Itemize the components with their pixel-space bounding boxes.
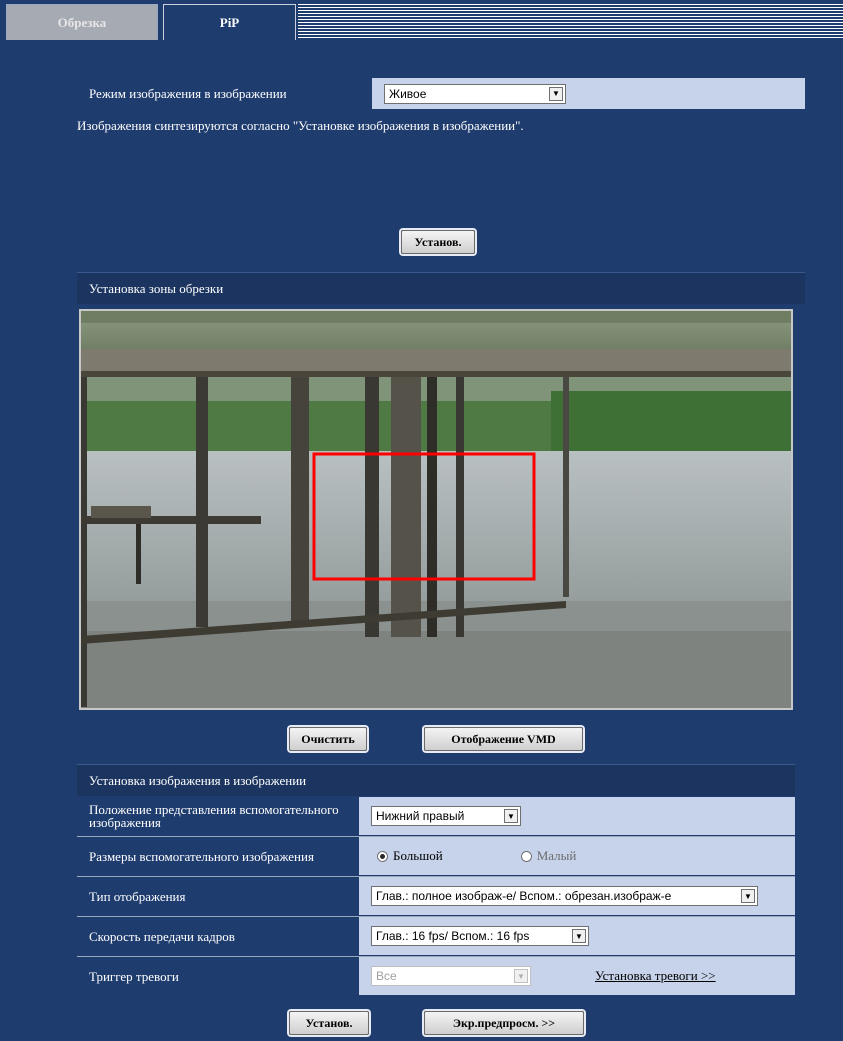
pip-frame-rate-select[interactable]: Глав.: 16 fps/ Вспом.: 16 fps ▼ bbox=[371, 926, 589, 946]
camera-preview[interactable] bbox=[79, 309, 793, 710]
pip-mode-select[interactable]: Живое ▼ bbox=[384, 83, 566, 104]
pip-alarm-select[interactable]: Все ▼ bbox=[371, 966, 531, 986]
pip-frame-rate-row: Скорость передачи кадров Глав.: 16 fps/ … bbox=[77, 917, 795, 955]
pip-position-label: Положение представления вспомогательного… bbox=[77, 797, 357, 835]
pip-section-header: Установка изображения в изображении bbox=[77, 764, 795, 796]
pip-mode-description: Изображения синтезируются согласно "Уста… bbox=[77, 118, 524, 133]
pip-size-label: Размеры вспомогательного изображения bbox=[77, 837, 357, 875]
chevron-down-icon: ▼ bbox=[549, 86, 563, 101]
camera-image bbox=[81, 311, 791, 708]
alarm-settings-link[interactable]: Установка тревоги >> bbox=[595, 968, 716, 984]
pip-frame-rate-label: Скорость передачи кадров bbox=[77, 917, 357, 955]
pip-alarm-cell: Все ▼ Установка тревоги >> bbox=[359, 957, 795, 995]
tab-bar: Обрезка PiP bbox=[0, 0, 843, 42]
pip-position-row: Положение представления вспомогательного… bbox=[77, 797, 795, 835]
chevron-down-icon: ▼ bbox=[504, 809, 518, 823]
preview-button[interactable]: Экр.предпросм. >> bbox=[424, 1011, 584, 1035]
chevron-down-icon: ▼ bbox=[741, 889, 755, 903]
pip-size-row: Размеры вспомогательного изображения Бол… bbox=[77, 837, 795, 875]
tab-bar-decoration bbox=[298, 4, 843, 38]
pip-display-type-value: Глав.: полное изображ-е/ Вспом.: обрезан… bbox=[376, 889, 672, 903]
pip-display-type-select[interactable]: Глав.: полное изображ-е/ Вспом.: обрезан… bbox=[371, 886, 758, 906]
pip-position-select[interactable]: Нижний правый ▼ bbox=[371, 806, 521, 826]
tab-pip[interactable]: PiP bbox=[163, 4, 296, 40]
pip-frame-rate-value: Глав.: 16 fps/ Вспом.: 16 fps bbox=[376, 929, 530, 943]
radio-selected-icon bbox=[377, 850, 388, 862]
pip-frame-rate-cell: Глав.: 16 fps/ Вспом.: 16 fps ▼ bbox=[359, 917, 795, 955]
pip-position-cell: Нижний правый ▼ bbox=[359, 797, 795, 835]
vmd-display-button[interactable]: Отображение VMD bbox=[424, 727, 583, 751]
pip-mode-value: Живое bbox=[389, 86, 427, 101]
chevron-down-icon: ▼ bbox=[572, 929, 586, 943]
chevron-down-icon: ▼ bbox=[514, 969, 528, 983]
set-button-top[interactable]: Установ. bbox=[401, 230, 475, 254]
clear-button[interactable]: Очистить bbox=[289, 727, 367, 751]
size-large-label: Большой bbox=[393, 848, 443, 863]
pip-mode-label: Режим изображения в изображении bbox=[77, 78, 370, 109]
pip-alarm-row: Триггер тревоги Все ▼ Установка тревоги … bbox=[77, 957, 795, 995]
pip-display-type-row: Тип отображения Глав.: полное изображ-е/… bbox=[77, 877, 795, 915]
size-large-radio[interactable]: Большой bbox=[377, 848, 443, 864]
pip-position-value: Нижний правый bbox=[376, 809, 465, 823]
pip-alarm-value: Все bbox=[376, 969, 397, 983]
crop-section-header: Установка зоны обрезки bbox=[77, 272, 805, 304]
radio-unselected-icon bbox=[520, 850, 532, 862]
pip-display-type-label: Тип отображения bbox=[77, 877, 357, 915]
pip-display-type-cell: Глав.: полное изображ-е/ Вспом.: обрезан… bbox=[359, 877, 795, 915]
pip-mode-cell: Живое ▼ bbox=[372, 78, 805, 109]
tab-obrezka[interactable]: Обрезка bbox=[6, 4, 158, 40]
pip-size-cell: Большой Малый bbox=[359, 837, 795, 875]
size-small-label: Малый bbox=[536, 848, 577, 863]
pip-alarm-label: Триггер тревоги bbox=[77, 957, 357, 995]
size-small-radio[interactable]: Малый bbox=[520, 848, 577, 864]
set-button-bottom[interactable]: Установ. bbox=[289, 1011, 369, 1035]
